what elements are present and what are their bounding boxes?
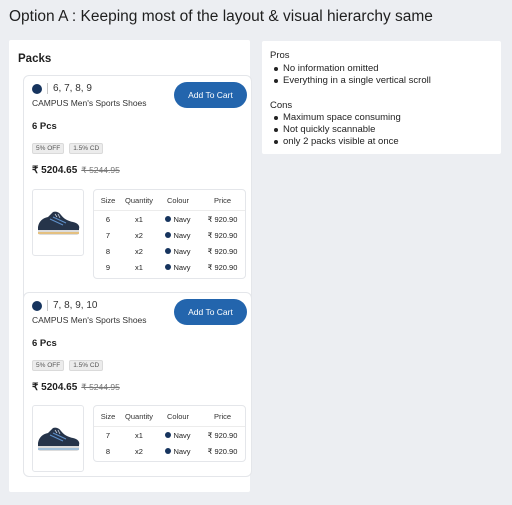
pack-sizes-row: 7, 8, 9, 10	[32, 300, 97, 311]
row-colour: Navy	[156, 215, 200, 224]
pack-price: ₹ 5204.65	[32, 165, 78, 176]
add-to-cart-button[interactable]: Add To Cart	[174, 82, 247, 108]
row-quantity: x2	[135, 446, 143, 456]
navy-color-dot	[165, 432, 172, 438]
table-header-row: Size Quantity Colour Price	[94, 190, 245, 211]
col-quantity-header: Quantity	[125, 195, 153, 205]
row-quantity: x1	[135, 430, 143, 440]
pack-quantity: 6 Pcs	[32, 338, 57, 349]
cons-list: Maximum space consuming Not quickly scan…	[274, 112, 401, 148]
col-quantity-header: Quantity	[125, 411, 153, 421]
row-quantity: x2	[135, 246, 143, 256]
table-row: 6 x1 Navy ₹ 920.90	[94, 211, 245, 227]
cash-discount-badge: 1.5% CD	[69, 360, 104, 371]
navy-color-dot	[32, 83, 42, 94]
sports-shoe-icon	[38, 427, 80, 451]
list-item: Not quickly scannable	[274, 124, 401, 136]
row-colour-label: Navy	[173, 262, 191, 272]
pack-price: ₹ 5204.65	[32, 382, 78, 393]
list-item: Everything in a single vertical scroll	[274, 75, 431, 86]
row-price: ₹ 920.90	[207, 214, 238, 224]
table-row: 7 x2 Navy ₹ 920.90	[94, 227, 245, 243]
row-size: 6	[105, 214, 111, 224]
divider	[47, 83, 48, 94]
list-item: Maximum space consuming	[274, 112, 401, 123]
col-colour-header: Colour	[166, 411, 190, 421]
table-row: 7 x1 Navy ₹ 920.90	[94, 427, 245, 443]
col-price-header: Price	[213, 411, 232, 421]
col-size-header: Size	[100, 195, 116, 205]
row-size: 7	[105, 230, 111, 240]
pack-sizes: 6, 7, 8, 9	[53, 83, 92, 94]
product-thumbnail[interactable]	[32, 189, 84, 256]
size-breakdown-table: Size Quantity Colour Price 6 x1 Navy ₹ 9…	[93, 189, 246, 279]
row-size: 8	[105, 246, 111, 256]
row-colour: Navy	[156, 247, 200, 256]
row-quantity: x1	[135, 214, 143, 224]
col-price-header: Price	[213, 195, 232, 205]
navy-color-dot	[165, 448, 172, 454]
row-colour-label: Navy	[173, 246, 191, 256]
col-colour-header: Colour	[166, 195, 190, 205]
list-item: only 2 packs visible at once	[274, 136, 401, 148]
price-row: ₹ 5204.65 ₹ 5244.95	[32, 165, 120, 176]
product-name: CAMPUS Men's Sports Shoes	[32, 98, 147, 108]
divider	[47, 300, 48, 311]
row-price: ₹ 920.90	[207, 230, 238, 240]
price-row: ₹ 5204.65 ₹ 5244.95	[32, 382, 120, 393]
row-price: ₹ 920.90	[207, 246, 238, 256]
col-size-header: Size	[100, 411, 116, 421]
pack-mrp: ₹ 5244.95	[81, 165, 120, 175]
add-to-cart-button[interactable]: Add To Cart	[174, 299, 247, 325]
row-colour: Navy	[156, 263, 200, 272]
table-row: 8 x2 Navy ₹ 920.90	[94, 243, 245, 259]
row-quantity: x2	[135, 230, 143, 240]
list-item: No information omitted	[274, 63, 431, 75]
cons-title: Cons	[270, 100, 293, 111]
row-colour: Navy	[156, 231, 200, 240]
row-price: ₹ 920.90	[207, 262, 238, 272]
product-thumbnail[interactable]	[32, 405, 84, 472]
pack-mrp: ₹ 5244.95	[81, 382, 120, 392]
row-colour: Navy	[156, 431, 200, 440]
row-colour-label: Navy	[173, 430, 191, 440]
pack-quantity: 6 Pcs	[32, 121, 57, 132]
table-header-row: Size Quantity Colour Price	[94, 406, 245, 427]
product-name: CAMPUS Men's Sports Shoes	[32, 315, 147, 325]
row-colour-label: Navy	[173, 214, 191, 224]
navy-color-dot	[165, 216, 172, 222]
packs-title: Packs	[18, 53, 52, 65]
row-colour-label: Navy	[173, 230, 191, 240]
size-breakdown-table: Size Quantity Colour Price 7 x1 Navy ₹ 9…	[93, 405, 246, 462]
pack-card: 6, 7, 8, 9 CAMPUS Men's Sports Shoes Add…	[23, 75, 252, 318]
navy-color-dot	[165, 264, 172, 270]
row-size: 8	[105, 446, 111, 456]
table-row: 8 x2 Navy ₹ 920.90	[94, 443, 245, 459]
pros-cons-notes: Pros No information omitted Everything i…	[262, 41, 501, 154]
navy-color-dot	[32, 300, 42, 311]
discount-badge: 5% OFF	[32, 360, 65, 371]
discount-badge: 5% OFF	[32, 143, 65, 154]
row-colour: Navy	[156, 447, 200, 456]
row-quantity: x1	[135, 262, 143, 272]
sports-shoe-icon	[38, 211, 80, 235]
row-size: 7	[105, 430, 111, 440]
cash-discount-badge: 1.5% CD	[69, 143, 104, 154]
table-row: 9 x1 Navy ₹ 920.90	[94, 259, 245, 275]
pack-card: 7, 8, 9, 10 CAMPUS Men's Sports Shoes Ad…	[23, 292, 252, 477]
row-size: 9	[105, 262, 111, 272]
discount-badges: 5% OFF 1.5% CD	[32, 143, 104, 154]
discount-badges: 5% OFF 1.5% CD	[32, 360, 104, 371]
row-colour-label: Navy	[173, 446, 191, 456]
pros-title: Pros	[270, 50, 290, 61]
row-price: ₹ 920.90	[207, 430, 238, 440]
navy-color-dot	[165, 248, 172, 254]
pack-sizes-row: 6, 7, 8, 9	[32, 83, 92, 94]
pack-sizes: 7, 8, 9, 10	[53, 300, 98, 311]
page-heading: Option A : Keeping most of the layout & …	[9, 8, 433, 25]
row-price: ₹ 920.90	[207, 446, 238, 456]
pros-list: No information omitted Everything in a s…	[274, 63, 431, 87]
packs-panel: Packs 6, 7, 8, 9 CAMPUS Men's Sports Sho…	[9, 40, 252, 492]
navy-color-dot	[165, 232, 172, 238]
